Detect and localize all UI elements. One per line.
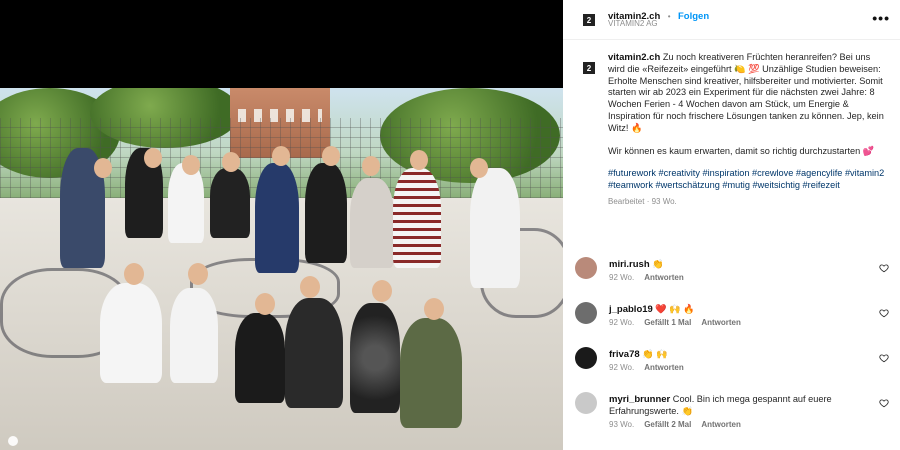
comment-username[interactable]: myri_brunner xyxy=(609,394,670,405)
comment-text: 👏 xyxy=(649,259,664,269)
heart-outline-icon[interactable] xyxy=(879,353,889,363)
caption-username[interactable]: vitamin2.ch xyxy=(608,52,660,63)
person xyxy=(255,163,299,273)
person-head xyxy=(182,155,200,175)
post-header: 2 vitamin2.ch • Folgen VITAMIN2 AG ••• xyxy=(563,0,900,40)
caption-hashtags[interactable]: #futurework #creativity #inspiration #cr… xyxy=(608,168,888,192)
person xyxy=(400,318,462,428)
person xyxy=(470,168,520,288)
comment-item: miri.rush 👏 92 Wo. Antworten xyxy=(575,257,895,297)
comment-username[interactable]: j_pablo19 xyxy=(609,304,653,315)
vitamin2-logo-icon: 2 xyxy=(583,62,595,74)
comment-avatar[interactable] xyxy=(575,347,597,369)
person xyxy=(393,168,441,268)
reply-button[interactable]: Antworten xyxy=(701,318,741,327)
comment-text: 👏 🙌 xyxy=(639,349,668,359)
carousel-dot xyxy=(8,436,18,446)
person xyxy=(210,168,250,238)
post-media xyxy=(0,0,563,450)
comment-time: 93 Wo. xyxy=(609,420,635,429)
caption-avatar[interactable]: 2 xyxy=(575,54,603,82)
person xyxy=(235,313,285,403)
comment-time: 92 Wo. xyxy=(609,318,635,327)
heart-outline-icon[interactable] xyxy=(879,263,889,273)
person xyxy=(285,298,343,408)
reply-button[interactable]: Antworten xyxy=(644,273,684,282)
person-head xyxy=(300,276,320,298)
comment-body: myri_brunner Cool. Bin ich mega gespannt… xyxy=(609,394,849,417)
caption-meta: Bearbeitet · 93 Wo. xyxy=(608,196,677,206)
comment-item: myri_brunner Cool. Bin ich mega gespannt… xyxy=(575,392,895,432)
caption-text-2: Wir können es kaum erwarten, damit so ri… xyxy=(608,145,875,156)
caption-text: Zu noch kreativeren Früchten heranreifen… xyxy=(608,52,884,133)
comment-text: ❤️ 🙌 🔥 xyxy=(652,304,695,314)
comment-body: friva78 👏 🙌 xyxy=(609,349,849,361)
heart-outline-icon[interactable] xyxy=(879,398,889,408)
comment-username[interactable]: miri.rush xyxy=(609,259,650,270)
comment-meta: 93 Wo. Gefällt 2 Mal Antworten xyxy=(609,420,751,429)
person-head xyxy=(410,150,428,170)
team-photo xyxy=(0,88,563,450)
comment-item: friva78 👏 🙌 92 Wo. Antworten xyxy=(575,347,895,387)
comment-meta: 92 Wo. Gefällt 1 Mal Antworten xyxy=(609,318,751,327)
person-head xyxy=(188,263,208,285)
comment-likes[interactable]: Gefällt 2 Mal xyxy=(644,420,691,429)
person-head xyxy=(470,158,488,178)
person-head xyxy=(322,146,340,166)
person-head xyxy=(255,293,275,315)
person-head xyxy=(372,280,392,302)
header-subtitle: VITAMIN2 AG xyxy=(608,19,658,28)
comment-username[interactable]: friva78 xyxy=(609,349,640,360)
comment-item: j_pablo19 ❤️ 🙌 🔥 92 Wo. Gefällt 1 Mal Antwo… xyxy=(575,302,895,342)
vitamin2-logo-icon[interactable]: 2 xyxy=(575,6,603,34)
person-head xyxy=(94,158,112,178)
comment-avatar[interactable] xyxy=(575,257,597,279)
person xyxy=(170,288,218,383)
person xyxy=(100,283,162,383)
heart-outline-icon[interactable] xyxy=(879,308,889,318)
post-caption: vitamin2.ch Zu noch kreativeren Früchten… xyxy=(608,52,888,208)
comment-avatar[interactable] xyxy=(575,302,597,324)
person xyxy=(168,163,204,243)
person-head xyxy=(144,148,162,168)
separator-dot: • xyxy=(667,12,671,21)
comment-meta: 92 Wo. Antworten xyxy=(609,273,694,282)
person-head xyxy=(124,263,144,285)
comment-body: miri.rush 👏 xyxy=(609,259,849,271)
reply-button[interactable]: Antworten xyxy=(644,363,684,372)
more-horizontal-icon[interactable]: ••• xyxy=(872,10,890,26)
comment-time: 92 Wo. xyxy=(609,363,635,372)
comment-body: j_pablo19 ❤️ 🙌 🔥 xyxy=(609,304,849,316)
comment-avatar[interactable] xyxy=(575,392,597,414)
comment-meta: 92 Wo. Antworten xyxy=(609,363,694,372)
person-head xyxy=(222,152,240,172)
person xyxy=(350,178,394,268)
follow-button[interactable]: Folgen xyxy=(678,11,709,22)
reply-button[interactable]: Antworten xyxy=(701,420,741,429)
person xyxy=(350,303,400,413)
person-head xyxy=(272,146,290,166)
comment-time: 92 Wo. xyxy=(609,273,635,282)
comment-likes[interactable]: Gefällt 1 Mal xyxy=(644,318,691,327)
post-sidebar: 2 vitamin2.ch • Folgen VITAMIN2 AG ••• 2… xyxy=(563,0,900,450)
person-head xyxy=(424,298,444,320)
person-head xyxy=(362,156,380,176)
person xyxy=(305,163,347,263)
